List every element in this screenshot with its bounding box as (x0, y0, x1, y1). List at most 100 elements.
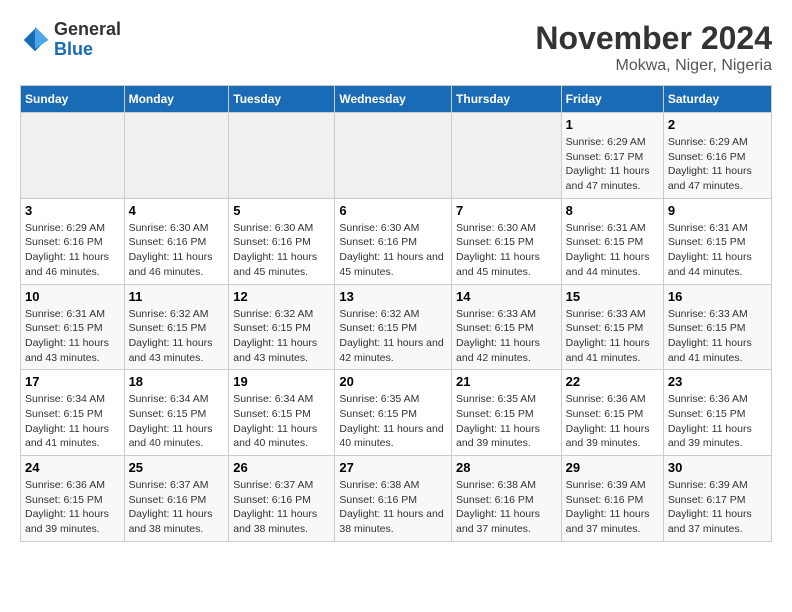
day-info: Sunrise: 6:30 AMSunset: 6:16 PMDaylight:… (233, 221, 330, 280)
day-number: 27 (339, 460, 447, 475)
day-cell: 20 Sunrise: 6:35 AMSunset: 6:15 PMDayligh… (335, 370, 452, 456)
day-number: 18 (129, 374, 225, 389)
day-number: 5 (233, 203, 330, 218)
calendar-table: SundayMondayTuesdayWednesdayThursdayFrid… (20, 85, 772, 542)
day-info: Sunrise: 6:37 AMSunset: 6:16 PMDaylight:… (129, 478, 225, 537)
day-cell: 13Sunrise: 6:32 AMSunset: 6:15 PMDayligh… (335, 284, 452, 370)
day-number: 26 (233, 460, 330, 475)
day-cell: 18 Sunrise: 6:34 AMSunset: 6:15 PMDayligh… (124, 370, 229, 456)
day-number: 29 (566, 460, 659, 475)
day-info: Sunrise: 6:34 AMSunset: 6:15 PMDaylight:… (129, 392, 225, 451)
day-cell: 8 Sunrise: 6:31 AMSunset: 6:15 PMDaylight… (561, 198, 663, 284)
day-cell (452, 113, 562, 199)
day-cell: 4 Sunrise: 6:30 AMSunset: 6:16 PMDaylight… (124, 198, 229, 284)
header-cell-tuesday: Tuesday (229, 86, 335, 113)
day-number: 7 (456, 203, 557, 218)
logo-blue-text: Blue (54, 40, 121, 60)
day-info: Sunrise: 6:32 AMSunset: 6:15 PMDaylight:… (233, 307, 330, 366)
day-info: Sunrise: 6:29 AMSunset: 6:16 PMDaylight:… (25, 221, 120, 280)
day-cell: 12 Sunrise: 6:32 AMSunset: 6:15 PMDayligh… (229, 284, 335, 370)
day-cell: 3 Sunrise: 6:29 AMSunset: 6:16 PMDaylight… (21, 198, 125, 284)
day-cell: 25 Sunrise: 6:37 AMSunset: 6:16 PMDayligh… (124, 456, 229, 542)
day-info: Sunrise: 6:30 AMSunset: 6:16 PMDaylight:… (129, 221, 225, 280)
day-info: Sunrise: 6:34 AMSunset: 6:15 PMDaylight:… (233, 392, 330, 451)
day-info: Sunrise: 6:38 AMSunset: 6:16 PMDaylight:… (339, 478, 447, 537)
day-cell: 21 Sunrise: 6:35 AMSunset: 6:15 PMDayligh… (452, 370, 562, 456)
title-block: November 2024 Mokwa, Niger, Nigeria (535, 20, 772, 75)
day-info: Sunrise: 6:32 AMSunset: 6:15 PMDaylight:… (129, 307, 225, 366)
week-row-4: 17 Sunrise: 6:34 AMSunset: 6:15 PMDayligh… (21, 370, 772, 456)
day-cell: 7 Sunrise: 6:30 AMSunset: 6:15 PMDaylight… (452, 198, 562, 284)
logo-text: General Blue (54, 20, 121, 60)
day-info: Sunrise: 6:31 AMSunset: 6:15 PMDaylight:… (566, 221, 659, 280)
day-number: 3 (25, 203, 120, 218)
day-cell: 27 Sunrise: 6:38 AMSunset: 6:16 PMDayligh… (335, 456, 452, 542)
day-number: 11 (129, 289, 225, 304)
day-number: 19 (233, 374, 330, 389)
day-cell: 24 Sunrise: 6:36 AMSunset: 6:15 PMDayligh… (21, 456, 125, 542)
day-number: 2 (668, 117, 767, 132)
day-number: 21 (456, 374, 557, 389)
day-cell: 19 Sunrise: 6:34 AMSunset: 6:15 PMDayligh… (229, 370, 335, 456)
logo: General Blue (20, 20, 121, 60)
header-cell-friday: Friday (561, 86, 663, 113)
day-cell: 17Sunrise: 6:34 AMSunset: 6:15 PMDayligh… (21, 370, 125, 456)
day-cell: 26 Sunrise: 6:37 AMSunset: 6:16 PMDayligh… (229, 456, 335, 542)
day-number: 8 (566, 203, 659, 218)
day-cell: 9Sunrise: 6:31 AMSunset: 6:15 PMDaylight… (663, 198, 771, 284)
day-number: 9 (668, 203, 767, 218)
day-number: 25 (129, 460, 225, 475)
day-number: 4 (129, 203, 225, 218)
day-info: Sunrise: 6:33 AMSunset: 6:15 PMDaylight:… (668, 307, 767, 366)
day-info: Sunrise: 6:33 AMSunset: 6:15 PMDaylight:… (566, 307, 659, 366)
day-info: Sunrise: 6:30 AMSunset: 6:15 PMDaylight:… (456, 221, 557, 280)
day-number: 22 (566, 374, 659, 389)
day-number: 17 (25, 374, 120, 389)
header-cell-sunday: Sunday (21, 86, 125, 113)
day-info: Sunrise: 6:35 AMSunset: 6:15 PMDaylight:… (456, 392, 557, 451)
day-info: Sunrise: 6:39 AMSunset: 6:17 PMDaylight:… (668, 478, 767, 537)
day-cell (124, 113, 229, 199)
week-row-5: 24 Sunrise: 6:36 AMSunset: 6:15 PMDayligh… (21, 456, 772, 542)
day-cell: 15Sunrise: 6:33 AMSunset: 6:15 PMDayligh… (561, 284, 663, 370)
day-info: Sunrise: 6:29 AMSunset: 6:16 PMDaylight:… (668, 135, 767, 194)
day-cell: 16 Sunrise: 6:33 AMSunset: 6:15 PMDayligh… (663, 284, 771, 370)
day-cell: 11 Sunrise: 6:32 AMSunset: 6:15 PMDayligh… (124, 284, 229, 370)
day-info: Sunrise: 6:39 AMSunset: 6:16 PMDaylight:… (566, 478, 659, 537)
day-number: 12 (233, 289, 330, 304)
header-cell-wednesday: Wednesday (335, 86, 452, 113)
day-info: Sunrise: 6:38 AMSunset: 6:16 PMDaylight:… (456, 478, 557, 537)
day-number: 20 (339, 374, 447, 389)
day-number: 13 (339, 289, 447, 304)
day-info: Sunrise: 6:37 AMSunset: 6:16 PMDaylight:… (233, 478, 330, 537)
day-cell: 14 Sunrise: 6:33 AMSunset: 6:15 PMDayligh… (452, 284, 562, 370)
day-cell: 10Sunrise: 6:31 AMSunset: 6:15 PMDayligh… (21, 284, 125, 370)
week-row-2: 3 Sunrise: 6:29 AMSunset: 6:16 PMDaylight… (21, 198, 772, 284)
week-row-1: 1Sunrise: 6:29 AMSunset: 6:17 PMDaylight… (21, 113, 772, 199)
day-number: 1 (566, 117, 659, 132)
day-cell: 1Sunrise: 6:29 AMSunset: 6:17 PMDaylight… (561, 113, 663, 199)
day-info: Sunrise: 6:35 AMSunset: 6:15 PMDaylight:… (339, 392, 447, 451)
day-cell: 30 Sunrise: 6:39 AMSunset: 6:17 PMDayligh… (663, 456, 771, 542)
header-cell-monday: Monday (124, 86, 229, 113)
day-cell: 2 Sunrise: 6:29 AMSunset: 6:16 PMDaylight… (663, 113, 771, 199)
day-number: 16 (668, 289, 767, 304)
day-number: 30 (668, 460, 767, 475)
day-cell (335, 113, 452, 199)
day-info: Sunrise: 6:30 AMSunset: 6:16 PMDaylight:… (339, 221, 447, 280)
header-row: SundayMondayTuesdayWednesdayThursdayFrid… (21, 86, 772, 113)
day-number: 14 (456, 289, 557, 304)
page-header: General Blue November 2024 Mokwa, Niger,… (20, 20, 772, 75)
day-number: 24 (25, 460, 120, 475)
day-number: 28 (456, 460, 557, 475)
month-title: November 2024 (535, 20, 772, 57)
day-number: 23 (668, 374, 767, 389)
day-cell (229, 113, 335, 199)
day-info: Sunrise: 6:33 AMSunset: 6:15 PMDaylight:… (456, 307, 557, 366)
day-info: Sunrise: 6:36 AMSunset: 6:15 PMDaylight:… (25, 478, 120, 537)
logo-icon (20, 25, 50, 55)
day-info: Sunrise: 6:36 AMSunset: 6:15 PMDaylight:… (566, 392, 659, 451)
day-info: Sunrise: 6:31 AMSunset: 6:15 PMDaylight:… (25, 307, 120, 366)
day-cell: 29 Sunrise: 6:39 AMSunset: 6:16 PMDayligh… (561, 456, 663, 542)
day-cell (21, 113, 125, 199)
